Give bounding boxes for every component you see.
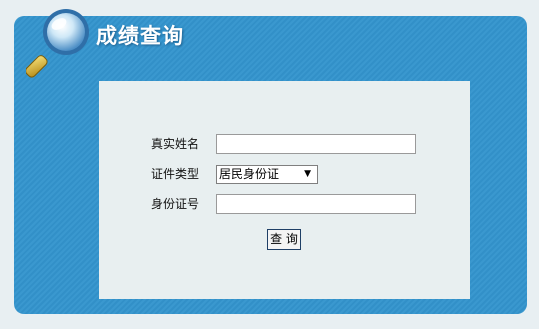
name-label: 真实姓名: [151, 137, 200, 151]
id-type-row: 证件类型 居民身份证 ▼: [99, 163, 470, 185]
id-number-row: 身份证号: [99, 193, 470, 215]
query-button[interactable]: 查 询: [267, 229, 301, 250]
id-type-selected: 居民身份证: [219, 167, 280, 181]
caret-down-icon: ▼: [304, 169, 311, 179]
id-type-select[interactable]: 居民身份证 ▼: [216, 165, 318, 184]
id-type-label: 证件类型: [151, 167, 200, 181]
magnifier-icon: [26, 9, 89, 78]
page-title: 成绩查询: [96, 24, 184, 48]
query-form-area: 真实姓名 证件类型 居民身份证 ▼ 身份证号 查 询: [99, 81, 470, 299]
id-number-input[interactable]: [216, 194, 416, 214]
id-number-label: 身份证号: [151, 197, 200, 211]
name-input[interactable]: [216, 134, 416, 154]
name-row: 真实姓名: [99, 133, 470, 155]
